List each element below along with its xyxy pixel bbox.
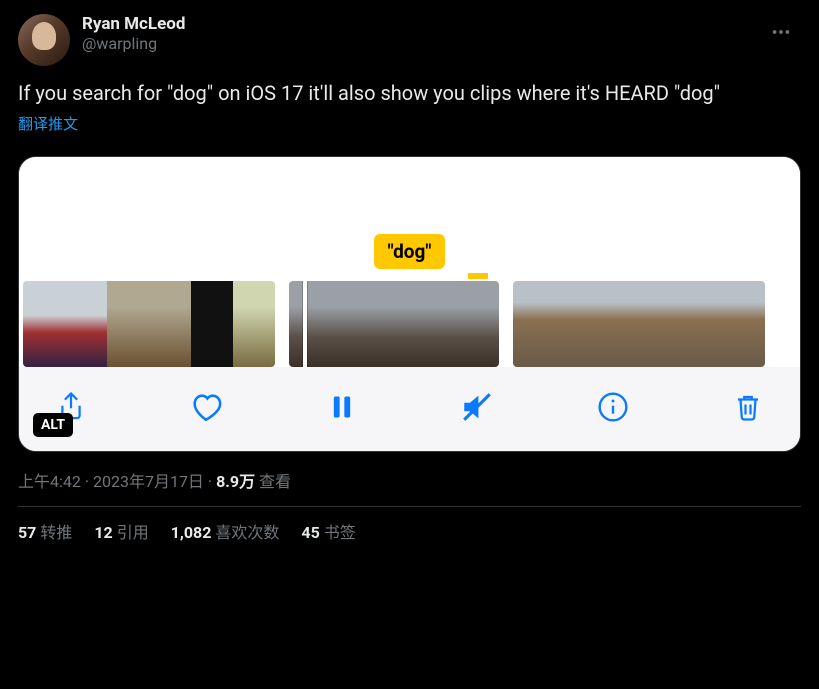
clip-thumbnail [597,281,639,367]
clip-thumbnail [191,281,233,367]
translate-link[interactable]: 翻译推文 [18,113,78,134]
clip-thumbnail [457,281,499,367]
user-info: Ryan McLeod @warpling [82,14,185,53]
clip-thumbnail [107,281,149,367]
tweet-meta: 上午4:42 · 2023年7月17日 · 8.9万 查看 [18,468,801,492]
delete-button[interactable] [730,389,766,425]
bookmarks-stat[interactable]: 45书签 [301,519,355,543]
timeline-marker [468,273,488,279]
more-horizontal-icon [770,21,792,43]
clip-thumbnail [555,281,597,367]
info-icon [597,391,629,423]
views-label: 查看 [255,472,291,491]
clip-group[interactable] [289,281,499,367]
clip-group[interactable] [513,281,765,367]
heart-icon [189,390,223,424]
tweet-stats: 57转推 12引用 1,082喜欢次数 45书签 [18,519,801,543]
media-attachment[interactable]: "dog" [18,156,801,452]
alt-badge[interactable]: ALT [33,413,73,437]
more-options-button[interactable] [763,14,799,50]
media-top-area: "dog" [19,157,800,281]
clip-thumbnail [289,281,331,367]
clip-thumbnail [149,281,191,367]
media-controls [19,367,800,451]
clip-thumbnail [373,281,415,367]
playhead[interactable] [303,281,307,367]
clip-thumbnail [723,281,765,367]
clip-thumbnail [639,281,681,367]
clip-thumbnail [65,281,107,367]
clip-thumbnail [331,281,373,367]
tweet-header: Ryan McLeod @warpling [18,14,801,66]
tweet-date[interactable]: 2023年7月17日 [93,472,204,491]
avatar[interactable] [18,14,70,66]
clip-thumbnail [681,281,723,367]
display-name[interactable]: Ryan McLeod [82,14,185,34]
clip-group[interactable] [23,281,275,367]
pause-button[interactable] [324,389,360,425]
mute-button[interactable] [459,389,495,425]
video-timeline[interactable] [19,281,800,367]
trash-icon [733,391,763,423]
retweets-stat[interactable]: 57转推 [18,519,72,543]
tweet-time[interactable]: 上午4:42 [18,472,81,491]
divider [18,506,801,507]
like-button[interactable] [188,389,224,425]
info-button[interactable] [595,389,631,425]
likes-stat[interactable]: 1,082喜欢次数 [171,519,280,543]
clip-thumbnail [415,281,457,367]
clip-thumbnail [513,281,555,367]
tweet-container: Ryan McLeod @warpling If you search for … [0,0,819,557]
volume-mute-icon [460,390,494,424]
clip-thumbnail [23,281,65,367]
user-handle[interactable]: @warpling [82,34,185,53]
quotes-stat[interactable]: 12引用 [94,519,148,543]
tweet-text: If you search for "dog" on iOS 17 it'll … [18,80,801,107]
search-tag-label: "dog" [374,234,446,269]
views-count: 8.9万 [216,472,255,491]
pause-icon [328,391,356,423]
clip-thumbnail [233,281,275,367]
